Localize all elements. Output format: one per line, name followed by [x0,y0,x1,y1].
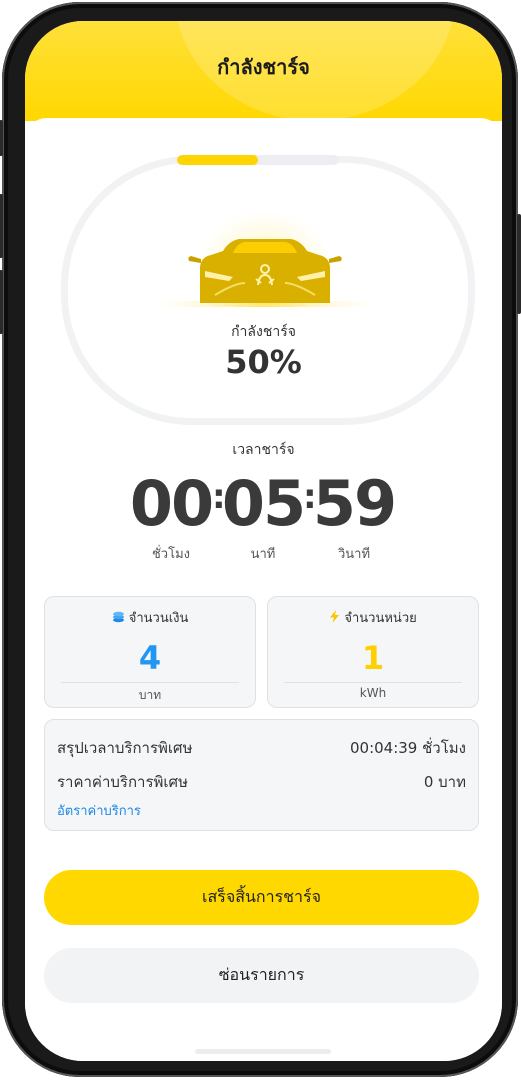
charging-timer: 00 : 05 : 59 [25,467,502,540]
special-time-label: สรุปเวลาบริการพิเศษ [57,739,193,757]
special-service-summary: สรุปเวลาบริการพิเศษ 00:04:39 ชั่วโมง ราค… [44,719,479,831]
special-price-value: 0 บาท [423,773,466,791]
page-title: กำลังชาร์จ [217,55,310,79]
amount-value: 4 [138,639,162,677]
timer-seconds-unit: วินาที [337,547,371,562]
energy-value: 1 [361,639,385,677]
charge-percent: 50% [225,343,302,381]
charging-progress-bar [177,155,339,165]
divider [284,682,462,683]
screen: กำลังชาร์จ กำลังชาร์จ 50% เวลาชาร์จ 00:… [25,21,502,1061]
mute-switch [0,120,3,156]
charging-status-label: กำลังชาร์จ [231,324,296,340]
lightning-icon [329,610,344,626]
divider [61,682,239,683]
timer-hours: 00 [129,467,214,540]
coins-icon [112,611,129,626]
phone-frame: กำลังชาร์จ กำลังชาร์จ 50% เวลาชาร์จ 00:… [0,2,521,1077]
header-bar: กำลังชาร์จ [25,21,502,121]
amount-unit: บาท [138,688,162,702]
timer-seconds: 59 [312,467,397,540]
timer-hours-unit: ชั่วโมง [151,547,191,562]
energy-card-title: จำนวนหน่วย [344,611,417,626]
hide-list-button[interactable]: ซ่อนรายการ [44,948,479,1003]
timer-minutes: 05 [221,467,306,540]
charging-progress-fill [177,155,258,165]
service-rate-link[interactable]: อัตราค่าบริการ [57,800,141,821]
timer-minutes-unit: นาที [250,547,276,562]
special-price-label: ราคาค่าบริการพิเศษ [57,773,188,791]
volume-down-button [0,270,3,334]
home-indicator [195,1049,331,1054]
amount-card-title: จำนวนเงิน [128,611,189,626]
amount-card: จำนวนเงิน 4 บาท [44,596,256,708]
volume-up-button [0,194,3,258]
energy-card: จำนวนหน่วย 1 kWh [267,596,479,708]
car-charging-icon [155,211,375,307]
charging-time-label: เวลาชาร์จ [232,442,295,458]
energy-unit: kWh [359,686,387,700]
finish-charging-button[interactable]: เสร็จสิ้นการชาร์จ [44,870,479,925]
special-time-value: 00:04:39 ชั่วโมง [349,739,466,757]
power-button [517,214,521,314]
